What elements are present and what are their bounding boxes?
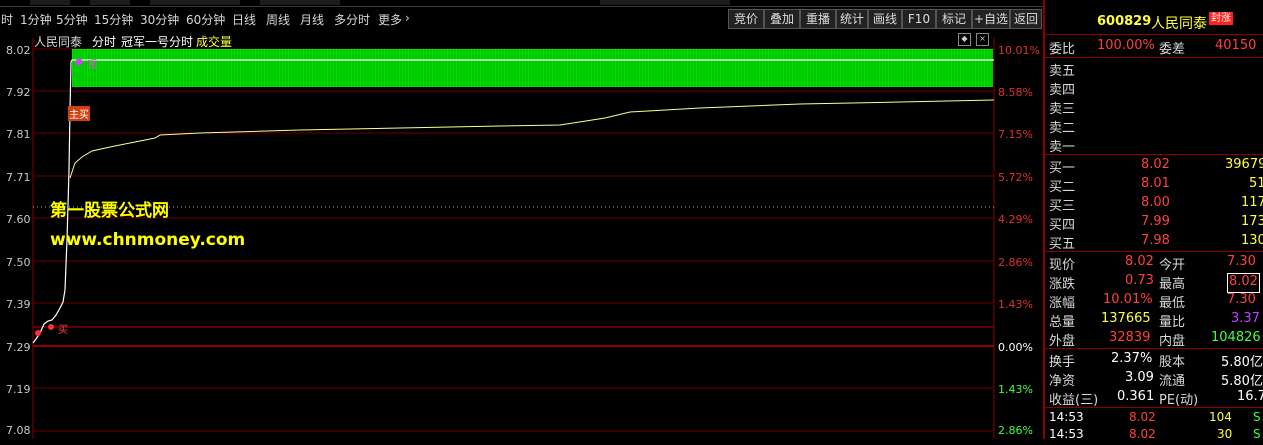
price-label-5: 7.50 [6, 256, 31, 269]
tick-vol-2: 30 [1217, 427, 1233, 441]
fund-label-shares: 股本 [1159, 355, 1186, 370]
limit-up-badge: 封涨 [1209, 12, 1233, 25]
fund-value-float: 5.80亿 [1221, 374, 1263, 389]
buy-4-label: 买四 [1049, 218, 1076, 233]
tick-time-1: 14:53 [1049, 410, 1084, 424]
pct-label-2: 7.15% [998, 128, 1033, 141]
sell-4-label: 卖四 [1049, 83, 1076, 98]
stat-label-price: 现价 [1049, 258, 1076, 273]
pct-label-7: 0.00% [998, 341, 1033, 354]
tick-vol-1: 104 [1209, 410, 1232, 424]
wei-bi-value: 100.00% [1097, 38, 1155, 53]
tick-price-1: 8.02 [1129, 410, 1156, 424]
stat-value-open: 7.30 [1227, 254, 1256, 269]
fund-label-eps: 收益(三) [1049, 393, 1099, 408]
stat-value-price: 8.02 [1125, 254, 1154, 269]
pct-label-3: 5.72% [998, 171, 1033, 184]
stat-value-low: 7.30 [1227, 292, 1256, 307]
buy-2-vol: 51 [1249, 176, 1263, 191]
stat-value-change: 0.73 [1125, 273, 1154, 288]
price-label-8: 7.19 [6, 383, 31, 396]
stat-value-pct: 10.01% [1103, 292, 1153, 307]
buy-1-vol: 39679 [1225, 157, 1263, 172]
fund-label-nav: 净资 [1049, 374, 1076, 389]
pct-label-4: 4.29% [998, 213, 1033, 226]
sell-3-label: 卖三 [1049, 102, 1076, 117]
price-label-0: 8.02 [6, 44, 31, 57]
fund-label-turnover: 换手 [1049, 355, 1076, 370]
fund-value-shares: 5.80亿 [1221, 355, 1263, 370]
price-label-1: 7.92 [6, 86, 31, 99]
tick-flag-1: S [1253, 410, 1261, 424]
pct-label-6: 1.43% [998, 298, 1033, 311]
buy-5-label: 买五 [1049, 237, 1076, 252]
tick-flag-2: S [1253, 427, 1261, 441]
fill-stripes [73, 50, 993, 86]
stat-value-inner: 104826 [1211, 330, 1261, 345]
top-tag: 顶 [87, 60, 97, 71]
average-price-line [69, 99, 995, 179]
price-label-3: 7.71 [6, 171, 31, 184]
pct-label-8: 1.43% [998, 383, 1033, 396]
price-label-9: 7.08 [6, 424, 31, 437]
buy-4-price: 7.99 [1141, 214, 1170, 229]
buy-3-price: 8.00 [1141, 195, 1170, 210]
price-label-2: 7.81 [6, 128, 31, 141]
price-label-6: 7.39 [6, 298, 31, 311]
stat-label-change: 涨跌 [1049, 277, 1076, 292]
stat-value-vol-ratio: 3.37 [1231, 311, 1260, 326]
sell-1-label: 卖一 [1049, 140, 1076, 155]
stat-label-inner: 内盘 [1159, 334, 1186, 349]
buy-4-vol: 173 [1241, 214, 1263, 229]
pct-label-9: 2.86% [998, 424, 1033, 437]
quote-panel: 600829 人民同泰 封涨 委比 100.00% 委差 40150 卖五 卖四… [1043, 0, 1263, 441]
price-label-4: 7.60 [6, 213, 31, 226]
fund-value-pe: 16.7 [1237, 389, 1263, 404]
stat-value-volume: 137665 [1101, 311, 1151, 326]
pct-label-5: 2.86% [998, 256, 1033, 269]
sell-2-label: 卖二 [1049, 121, 1076, 136]
pct-label-1: 8.58% [998, 86, 1033, 99]
stat-label-pct: 涨幅 [1049, 296, 1076, 311]
stat-value-outer: 32839 [1109, 330, 1151, 345]
stock-code: 600829 [1097, 14, 1152, 29]
sell-5-label: 卖五 [1049, 64, 1076, 79]
wei-cha-label: 委差 [1159, 42, 1186, 57]
buy-1-label: 买一 [1049, 161, 1076, 176]
tick-time-2: 14:53 [1049, 427, 1084, 441]
watermark-title: 第一股票公式网 [50, 201, 169, 221]
fund-label-float: 流通 [1159, 374, 1186, 389]
price-label-7: 7.29 [6, 341, 31, 354]
buy-5-vol: 130 [1241, 233, 1263, 248]
buy-2-label: 买二 [1049, 180, 1076, 195]
buy-marker-icon-2 [35, 330, 41, 336]
buy-5-price: 7.98 [1141, 233, 1170, 248]
buy-tag: 买 [58, 325, 68, 336]
wei-bi-label: 委比 [1049, 42, 1076, 57]
buy-marker-icon [48, 324, 54, 330]
top-marker-icon [75, 58, 83, 66]
fund-value-nav: 3.09 [1125, 370, 1154, 385]
watermark-url: www.chnmoney.com [50, 230, 246, 250]
fund-value-eps: 0.361 [1117, 389, 1155, 404]
buy-2-price: 8.01 [1141, 176, 1170, 191]
fund-label-pe: PE(动) [1159, 393, 1199, 408]
stat-label-open: 今开 [1159, 258, 1186, 273]
fund-value-turnover: 2.37% [1111, 351, 1153, 366]
stat-value-high: 8.02 [1227, 273, 1260, 293]
buy-3-label: 买三 [1049, 199, 1076, 214]
wei-cha-value: 40150 [1215, 38, 1257, 53]
stat-label-volume: 总量 [1049, 315, 1076, 330]
price-line [32, 59, 994, 344]
pct-label-0: 10.01% [998, 44, 1040, 57]
stat-label-low: 最低 [1159, 296, 1186, 311]
stat-label-outer: 外盘 [1049, 334, 1076, 349]
main-buy-tag: 主买 [68, 106, 90, 121]
stat-label-vol-ratio: 量比 [1159, 315, 1186, 330]
tick-price-2: 8.02 [1129, 427, 1156, 441]
buy-3-vol: 117 [1241, 195, 1263, 210]
buy-1-price: 8.02 [1141, 157, 1170, 172]
stock-name: 人民同泰 [1151, 16, 1207, 32]
stat-label-high: 最高 [1159, 277, 1186, 292]
